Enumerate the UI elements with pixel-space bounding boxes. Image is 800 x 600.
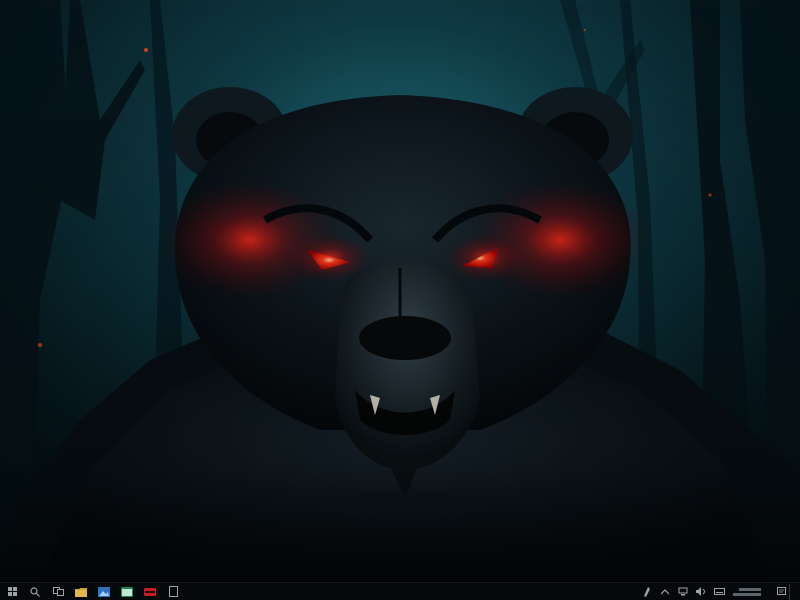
image-viewer-icon[interactable] [95,584,113,600]
chevron-up-icon[interactable] [659,586,671,598]
taskbar [0,582,800,600]
notifications-icon[interactable] [775,586,787,598]
app-icon[interactable] [164,584,182,600]
file-explorer-icon[interactable] [72,584,90,600]
wallpaper [0,0,800,582]
clock-date-placeholder [733,592,761,596]
show-desktop-button[interactable] [789,583,794,600]
browser-icon[interactable] [118,584,136,600]
clock[interactable] [733,587,761,596]
task-view-icon[interactable] [49,584,67,600]
keyboard-icon[interactable] [713,586,725,598]
taskbar-pinned-apps [0,583,187,600]
clock-time-placeholder [739,587,761,591]
system-tray [635,583,800,600]
search-icon[interactable] [26,584,44,600]
desktop [0,0,800,600]
network-icon[interactable] [677,586,689,598]
windows-start-icon[interactable] [3,584,21,600]
volume-icon[interactable] [695,586,707,598]
media-player-icon[interactable] [141,584,159,600]
pen-icon[interactable] [641,586,653,598]
